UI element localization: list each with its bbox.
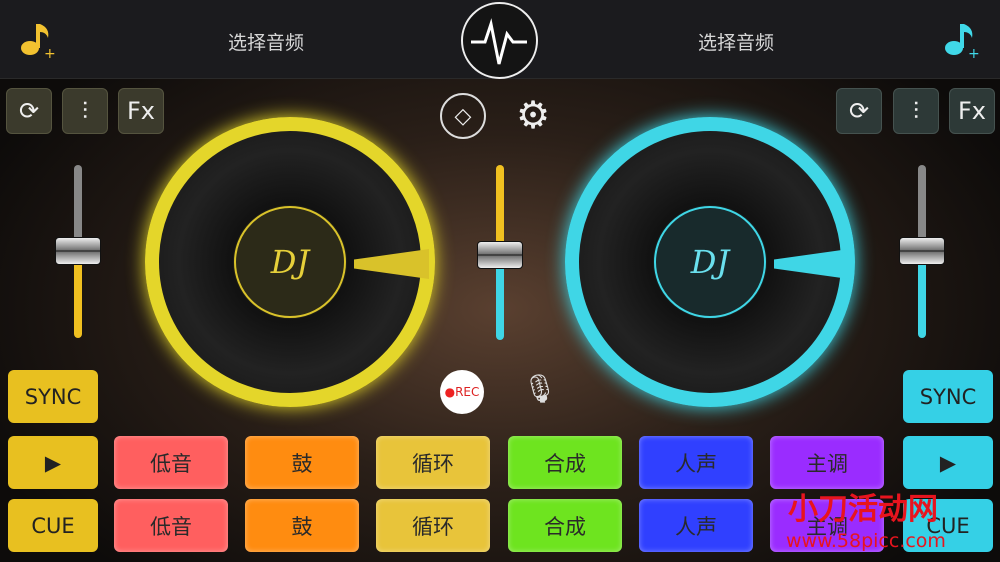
deck-label: DJ <box>654 206 766 318</box>
right-turntable[interactable]: DJ <box>565 117 855 407</box>
effect-pad[interactable]: 鼓 <box>245 499 359 552</box>
effect-pad[interactable]: 主调 <box>770 436 884 489</box>
select-audio-right[interactable]: 选择音频 <box>636 28 836 55</box>
effect-pad[interactable]: 合成 <box>508 436 622 489</box>
music-add-icon-right[interactable]: + <box>942 20 982 60</box>
svg-text:+: + <box>968 46 980 60</box>
loop-icon: ⟳ <box>18 97 40 125</box>
effect-pad[interactable]: 鼓 <box>245 436 359 489</box>
rec-label: REC <box>455 385 480 399</box>
equalizer-icon: ⫶ <box>913 97 919 125</box>
deck-marker <box>774 249 849 279</box>
fx-button-left[interactable]: Fx <box>118 88 164 134</box>
effect-pad[interactable]: 低音 <box>114 499 228 552</box>
record-button[interactable]: ● REC <box>440 370 484 414</box>
crossfader-thumb[interactable] <box>477 241 523 269</box>
watermark: 小刀活动网 <box>788 492 938 527</box>
left-volume-thumb[interactable] <box>55 237 101 265</box>
play-button-left[interactable]: ▶ <box>8 436 98 489</box>
left-turntable[interactable]: DJ <box>145 117 435 407</box>
play-button-right[interactable]: ▶ <box>903 436 993 489</box>
equalizer-icon: ⫶ <box>82 97 88 125</box>
fx-button-right[interactable]: Fx <box>949 88 995 134</box>
effect-pad[interactable]: 循环 <box>376 436 490 489</box>
play-icon: ▶ <box>939 450 957 475</box>
music-add-icon-left[interactable]: + <box>18 20 58 60</box>
select-audio-left[interactable]: 选择音频 <box>166 28 366 55</box>
equalizer-button-left[interactable]: ⫶ <box>62 88 108 134</box>
play-icon: ▶ <box>44 450 62 475</box>
sync-button-right[interactable]: SYNC <box>903 370 993 423</box>
effect-pad[interactable]: 低音 <box>114 436 228 489</box>
loop-button-right[interactable]: ⟳ <box>836 88 882 134</box>
deck-marker <box>354 249 429 279</box>
effect-pad[interactable]: 人声 <box>639 436 753 489</box>
loop-button-left[interactable]: ⟳ <box>6 88 52 134</box>
svg-text:+: + <box>44 46 56 60</box>
effect-pad[interactable]: 循环 <box>376 499 490 552</box>
diamond-button[interactable]: ◇ <box>440 93 486 139</box>
microphone-icon[interactable]: 🎙 <box>522 372 558 405</box>
sync-button-left[interactable]: SYNC <box>8 370 98 423</box>
waveform-pulse-icon[interactable] <box>461 2 538 79</box>
cue-button-left[interactable]: CUE <box>8 499 98 552</box>
watermark-url: www.58picc.com <box>786 530 946 552</box>
effect-pad[interactable]: 人声 <box>639 499 753 552</box>
deck-label: DJ <box>234 206 346 318</box>
loop-icon: ⟳ <box>848 97 870 125</box>
gear-icon[interactable]: ⚙ <box>516 92 550 138</box>
right-volume-thumb[interactable] <box>899 237 945 265</box>
equalizer-button-right[interactable]: ⫶ <box>893 88 939 134</box>
effect-pad[interactable]: 合成 <box>508 499 622 552</box>
diamond-icon: ◇ <box>454 103 472 129</box>
